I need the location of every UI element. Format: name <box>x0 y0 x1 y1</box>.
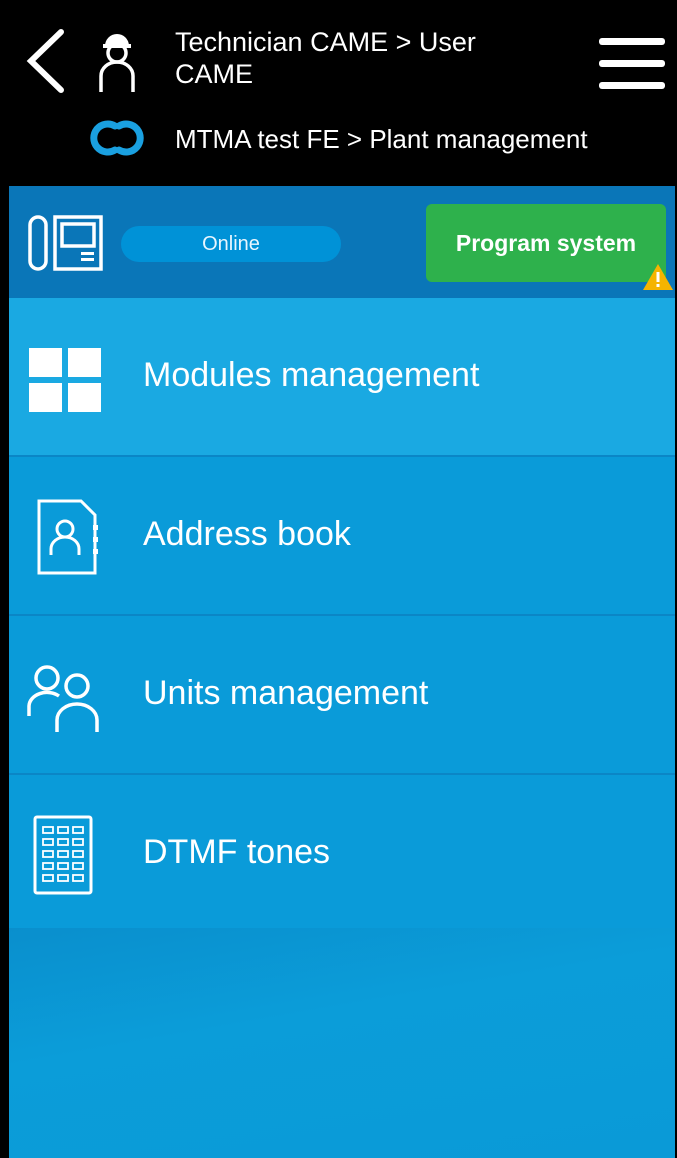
users-icon <box>27 665 99 732</box>
menu-item-modules-management[interactable]: Modules management <box>9 298 675 457</box>
technician-icon <box>99 34 135 92</box>
empty-content-area <box>9 928 675 1158</box>
online-status-badge: Online <box>121 226 341 262</box>
program-system-button[interactable]: Program system <box>426 204 666 282</box>
menu-item-label: DTMF tones <box>143 833 331 871</box>
came-cloud-icon <box>90 120 144 156</box>
hamburger-icon[interactable] <box>597 36 667 92</box>
chevron-left-icon[interactable] <box>23 26 73 96</box>
menu-item-units-management[interactable]: Units management <box>9 616 675 775</box>
menu-item-label: Units management <box>143 674 429 712</box>
status-bar: Online Program system <box>9 186 675 298</box>
breadcrumb-top: Technician CAME > User CAME <box>175 27 476 89</box>
menu-item-label: Modules management <box>143 356 480 394</box>
plant-menu: Modules management Address book Units ma… <box>9 298 675 934</box>
intercom-device-icon <box>28 215 103 271</box>
modules-grid-icon <box>29 348 101 412</box>
keypad-icon <box>33 815 93 895</box>
menu-item-address-book[interactable]: Address book <box>9 457 675 616</box>
header: Technician CAME > User CAME MTMA test FE… <box>9 0 675 186</box>
address-book-icon <box>37 499 98 575</box>
breadcrumb-bottom: MTMA test FE > Plant management <box>175 124 588 154</box>
warning-icon <box>643 264 673 290</box>
app-window: Technician CAME > User CAME MTMA test FE… <box>9 0 675 1158</box>
menu-item-label: Address book <box>143 515 351 553</box>
menu-item-dtmf-tones[interactable]: DTMF tones <box>9 775 675 934</box>
